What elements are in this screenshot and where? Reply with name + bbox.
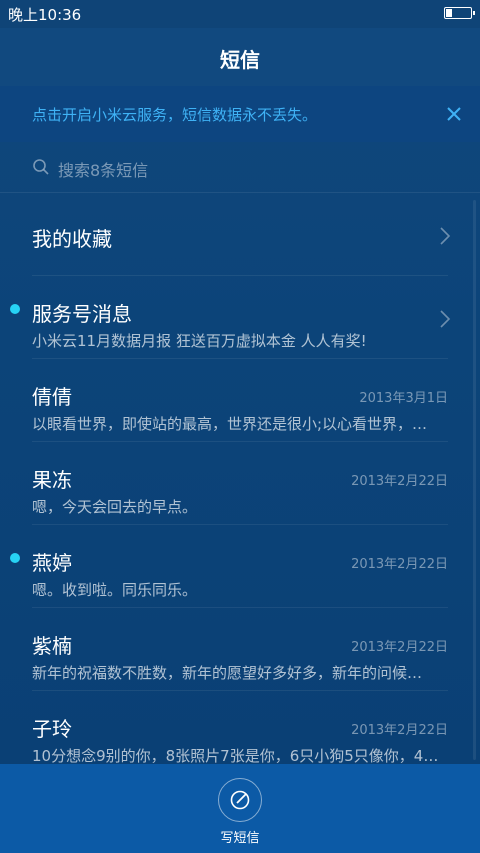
scrollbar[interactable] bbox=[473, 200, 476, 760]
conversation-row[interactable]: 果冻 2013年2月22日 嗯，今天会回去的早点。 bbox=[0, 442, 480, 525]
conversation-preview: 新年的祝福数不胜数，新年的愿望好多好多，新年的问候… bbox=[32, 664, 423, 682]
favorites-row[interactable]: 我的收藏 bbox=[0, 193, 480, 276]
search-icon bbox=[33, 159, 49, 175]
conversation-name: 燕婷 bbox=[32, 551, 72, 575]
conversation-name: 倩倩 bbox=[32, 385, 72, 409]
service-messages-row[interactable]: 服务号消息 小米云11月数据月报 狂送百万虚拟本金 人人有奖! bbox=[0, 276, 480, 359]
compose-label[interactable]: 写短信 bbox=[0, 827, 480, 846]
banner-text[interactable]: 点击开启小米云服务，短信数据永不丢失。 bbox=[32, 104, 317, 125]
conversation-date: 2013年2月22日 bbox=[351, 640, 448, 655]
conversation-preview: 小米云11月数据月报 狂送百万虚拟本金 人人有奖! bbox=[32, 332, 367, 350]
compose-icon bbox=[230, 790, 250, 810]
title-bar: 短信 bbox=[0, 28, 480, 86]
conversation-preview: 嗯，今天会回去的早点。 bbox=[32, 498, 198, 516]
unread-dot bbox=[10, 304, 20, 314]
chevron-right-icon bbox=[440, 227, 451, 245]
chevron-right-icon bbox=[440, 310, 451, 328]
conversation-preview: 10分想念9别的你，8张照片7张是你，6只小狗5只像你，4… bbox=[32, 747, 439, 765]
battery-icon bbox=[444, 7, 475, 19]
conversation-preview: 以眼看世界，即使站的最高，世界还是很小;以心看世界，… bbox=[32, 415, 428, 433]
conversation-list: 我的收藏 服务号消息 小米云11月数据月报 狂送百万虚拟本金 人人有奖! 倩倩 … bbox=[0, 193, 480, 774]
conversation-preview: 嗯。收到啦。同乐同乐。 bbox=[32, 581, 198, 599]
conversation-date: 2013年2月22日 bbox=[351, 723, 448, 738]
conversation-date: 2013年2月22日 bbox=[351, 557, 448, 572]
conversation-row[interactable]: 倩倩 2013年3月1日 以眼看世界，即使站的最高，世界还是很小;以心看世界，… bbox=[0, 359, 480, 442]
status-time: 晚上10:36 bbox=[8, 6, 82, 24]
bottom-bar: 写短信 bbox=[0, 764, 480, 853]
conversation-row[interactable]: 子玲 2013年2月22日 10分想念9别的你，8张照片7张是你，6只小狗5只像… bbox=[0, 691, 480, 774]
conversation-name: 子玲 bbox=[32, 717, 72, 741]
cloud-service-banner[interactable]: 点击开启小米云服务，短信数据永不丢失。 bbox=[0, 86, 480, 142]
conversation-date: 2013年3月1日 bbox=[359, 391, 448, 406]
conversation-name: 果冻 bbox=[32, 468, 72, 492]
status-bar: 晚上10:36 bbox=[0, 0, 480, 28]
conversation-name: 我的收藏 bbox=[32, 227, 112, 251]
search-bar[interactable]: 搜索8条短信 bbox=[0, 142, 480, 193]
conversation-date: 2013年2月22日 bbox=[351, 474, 448, 489]
compose-button[interactable] bbox=[218, 778, 262, 822]
conversation-row[interactable]: 紫楠 2013年2月22日 新年的祝福数不胜数，新年的愿望好多好多，新年的问候… bbox=[0, 608, 480, 691]
close-icon[interactable] bbox=[442, 102, 466, 126]
page-title: 短信 bbox=[220, 48, 260, 72]
conversation-name: 紫楠 bbox=[32, 634, 72, 658]
conversation-name: 服务号消息 bbox=[32, 302, 132, 326]
unread-dot bbox=[10, 553, 20, 563]
search-input[interactable]: 搜索8条短信 bbox=[58, 157, 148, 181]
conversation-row[interactable]: 燕婷 2013年2月22日 嗯。收到啦。同乐同乐。 bbox=[0, 525, 480, 608]
